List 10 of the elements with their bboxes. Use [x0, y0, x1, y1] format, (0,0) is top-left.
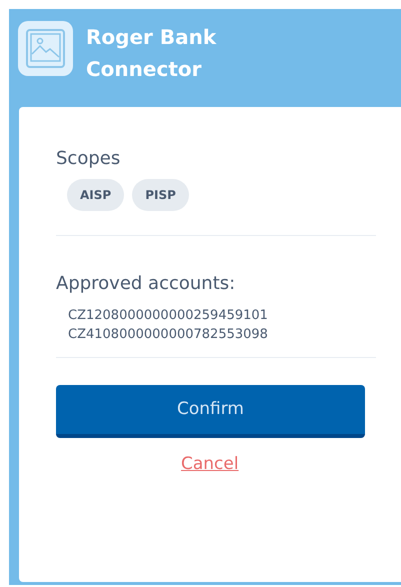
image-icon [18, 21, 73, 76]
app-title: Roger Bank Connector [86, 24, 218, 83]
cancel-link[interactable]: Cancel [181, 452, 239, 478]
confirm-button[interactable]: Confirm [56, 385, 365, 438]
section-heading: Approved accounts: [56, 272, 236, 296]
scope-tag: PISP [132, 179, 189, 211]
account-number: CZ1208000000000259459101 [68, 307, 268, 325]
account-number: CZ4108000000000782553098 [68, 326, 268, 344]
section-heading: Scopes [56, 147, 120, 171]
scope-tag: AISP [67, 179, 124, 211]
